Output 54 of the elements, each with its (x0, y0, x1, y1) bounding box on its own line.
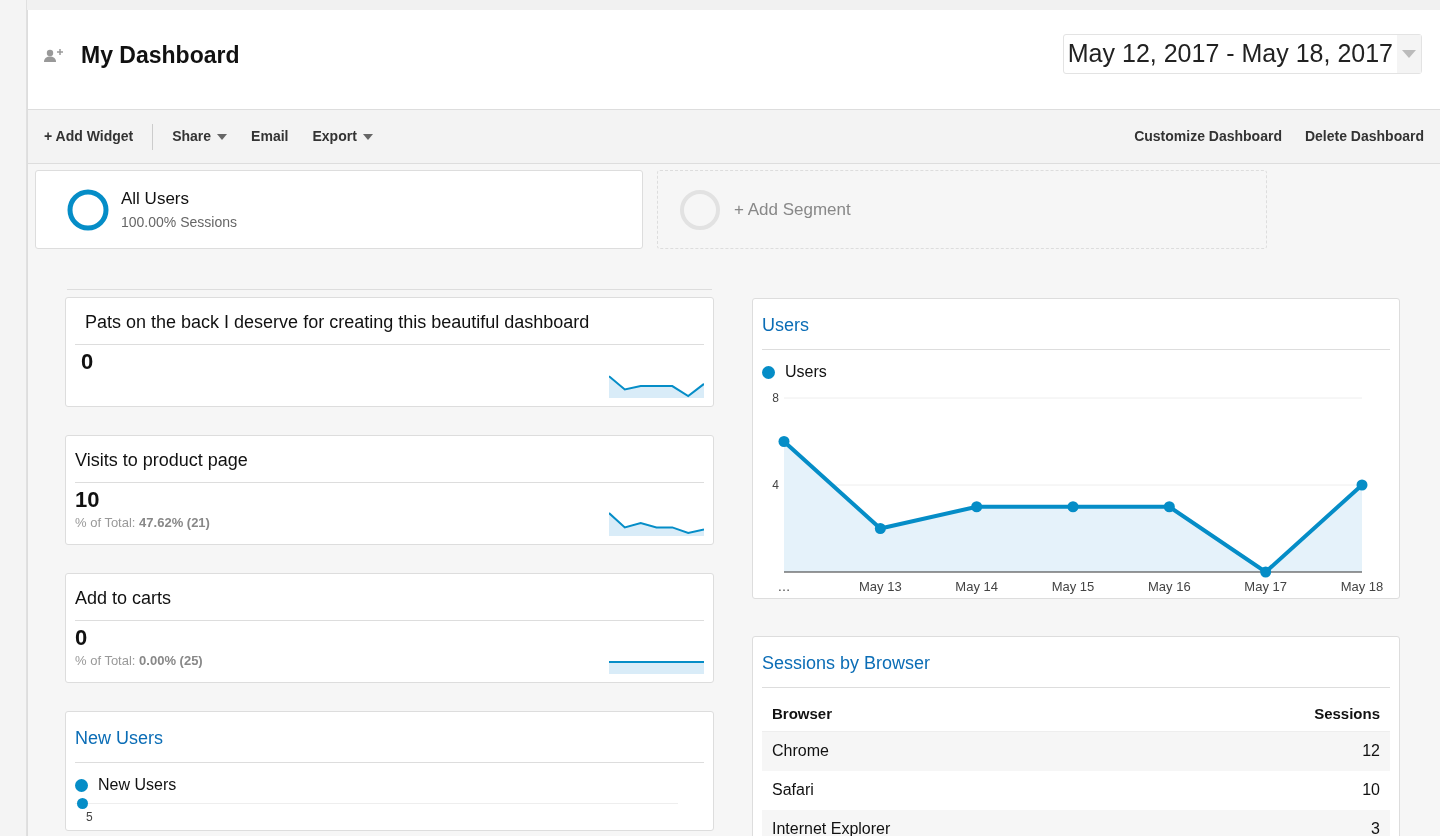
legend-label: Users (785, 362, 827, 382)
donut-icon (67, 188, 109, 231)
toolbar-button[interactable]: Share (172, 126, 228, 147)
axis-tick: 8 (772, 391, 779, 405)
widget-title: Users (762, 299, 1390, 350)
toolbar-button[interactable]: Customize Dashboard (1134, 126, 1282, 147)
axis-tick: 4 (772, 478, 779, 492)
metric-value: 0 (80, 349, 94, 375)
metric-value: 0 (75, 625, 89, 651)
column-header: Sessions (1314, 704, 1380, 724)
axis-label: May 15 (1051, 579, 1095, 594)
metric-value: 10 (75, 487, 101, 513)
legend-label: New Users (98, 775, 177, 795)
add-user-icon[interactable] (44, 48, 64, 63)
data-point (1356, 479, 1368, 491)
data-point (874, 523, 886, 534)
caret-icon (217, 133, 228, 140)
percent-of-total: % of Total: 0.00% (25) (75, 653, 203, 669)
date-range-picker[interactable]: May 12, 2017 - May 18, 2017 (1062, 33, 1422, 74)
axis-label: May 18 (1340, 579, 1384, 594)
data-point (1260, 566, 1272, 578)
axis-label: May 13 (859, 579, 902, 594)
axis-tick: 5 (86, 809, 93, 826)
widget-title: Pats on the back I deserve for creating this beautiful dashboard (75, 298, 704, 345)
table-cell-text: 3 (1371, 819, 1380, 836)
toolbar-button[interactable]: Email (251, 126, 289, 147)
segment-name: All Users (121, 188, 190, 211)
column-header: Browser (772, 704, 833, 724)
axis-label: May 17 (1244, 579, 1287, 594)
data-point (971, 501, 983, 513)
segment-detail: 100.00% Sessions (121, 212, 237, 232)
caret-icon (1402, 49, 1416, 58)
widget-title: Add to carts (75, 574, 704, 621)
data-point (778, 436, 790, 447)
widget-title: Sessions by Browser (762, 637, 1390, 688)
axis-label: May 14 (955, 579, 998, 594)
data-point (1067, 501, 1079, 513)
data-point (77, 798, 88, 809)
table-cell-text: 12 (1362, 741, 1380, 761)
segment-card[interactable]: All Users 100.00% Sessions (35, 170, 643, 249)
table-cell-text: Safari (772, 780, 814, 800)
widget-title: Visits to product page (75, 436, 704, 483)
toolbar-button[interactable]: Export (312, 126, 373, 147)
axis-label: … (777, 579, 791, 594)
percent-of-total: % of Total: 47.62% (21) (75, 515, 210, 531)
table-cell-text: 10 (1362, 780, 1380, 800)
axis-label: May 16 (1148, 579, 1191, 594)
caret-icon (362, 133, 373, 140)
toolbar-button[interactable]: Delete Dashboard (1304, 126, 1424, 147)
toolbar-button[interactable]: + Add Widget (44, 126, 134, 147)
table-cell-text: Chrome (772, 741, 829, 761)
data-point (1163, 501, 1175, 513)
widget-title: New Users (75, 712, 704, 763)
dashboard-title: My Dashboard (81, 41, 240, 71)
